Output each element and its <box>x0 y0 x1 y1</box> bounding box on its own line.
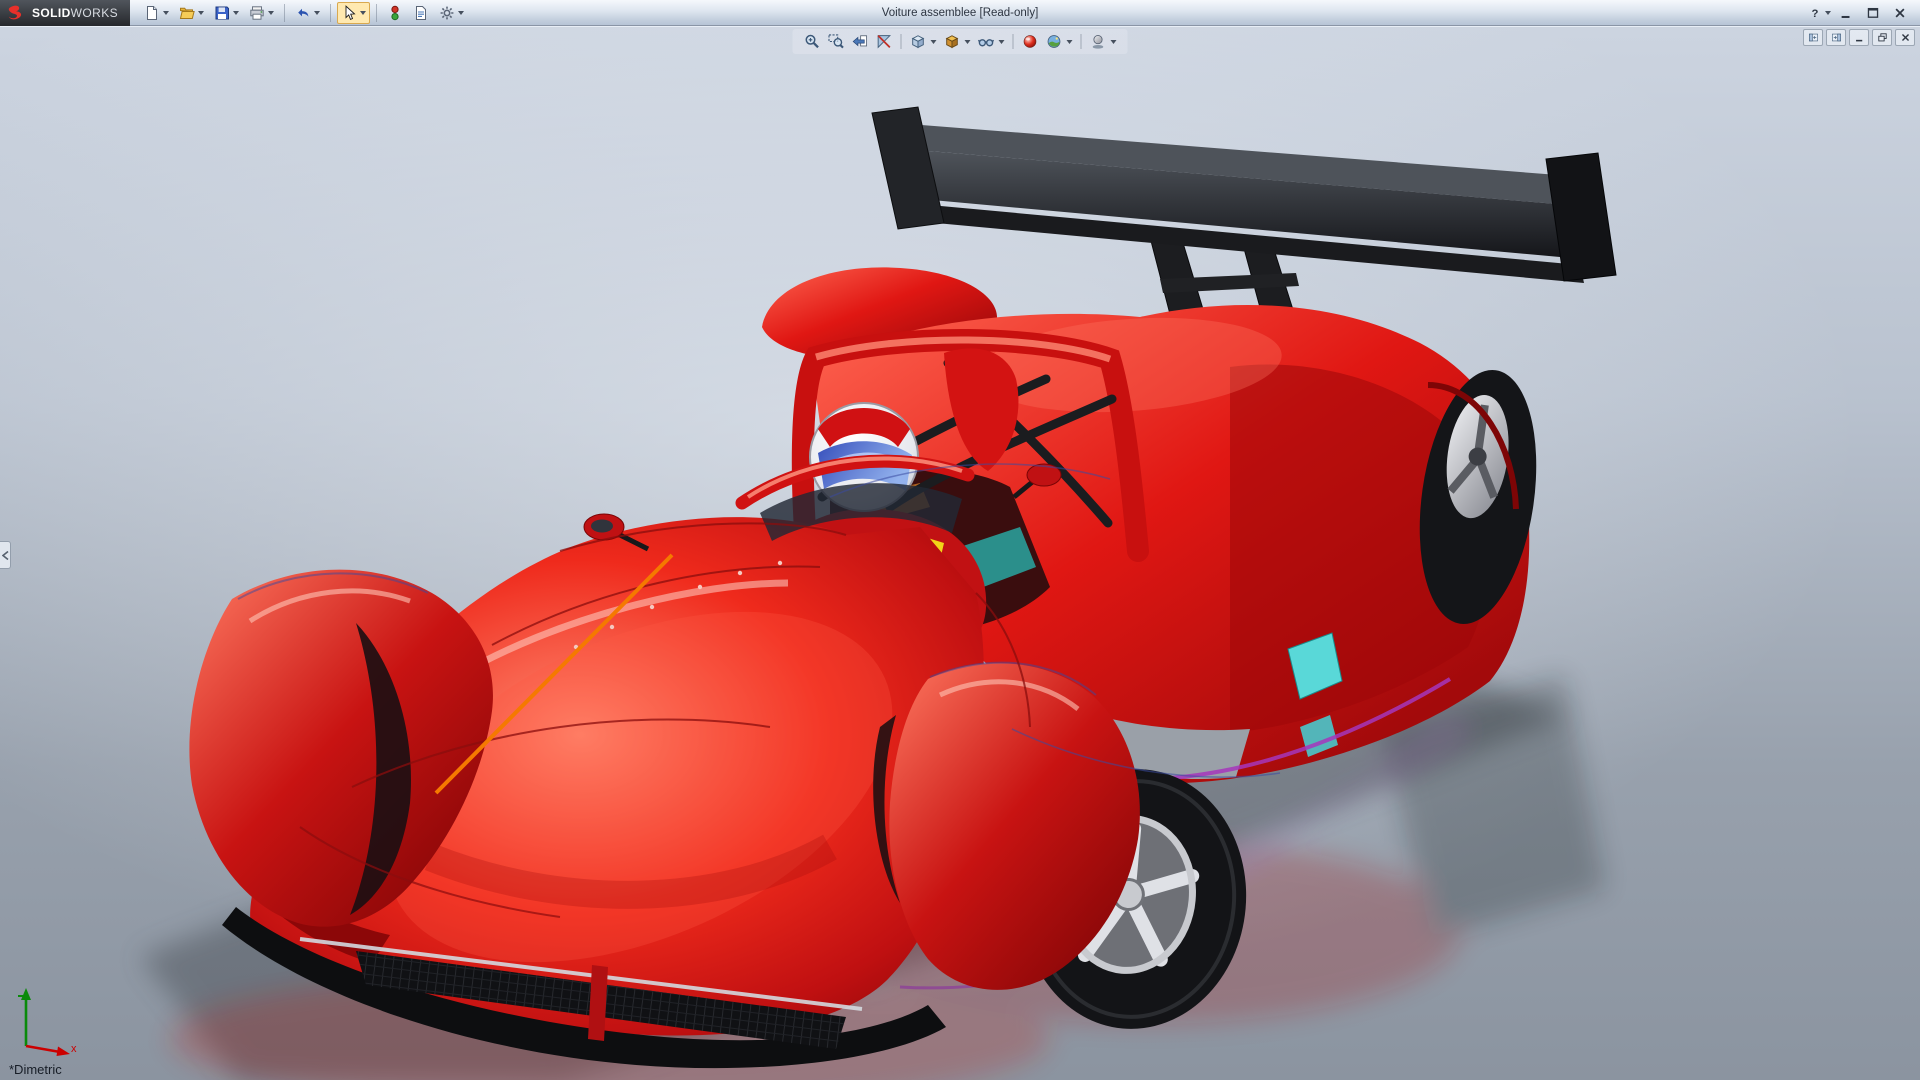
zoom-fit-icon <box>804 33 821 50</box>
restore-icon <box>1877 32 1888 43</box>
titlebar-controls <box>1807 4 1920 22</box>
rebuild-button[interactable] <box>383 2 407 24</box>
display-style-button[interactable] <box>942 31 973 52</box>
maximize-button[interactable] <box>1861 4 1885 22</box>
dropdown-caret-icon[interactable] <box>964 39 971 44</box>
options-icon <box>439 5 455 21</box>
maximize-icon <box>1866 6 1880 20</box>
axis-label-x: x <box>71 1043 77 1055</box>
previous-view-icon <box>852 33 869 50</box>
pane-right-button[interactable] <box>1826 29 1846 46</box>
window-title: Voiture assemblee [Read-only] <box>881 6 1039 19</box>
dropdown-caret-icon[interactable] <box>163 10 170 15</box>
zoom-fit-button[interactable] <box>802 31 823 52</box>
close-button[interactable] <box>1888 4 1912 22</box>
model-viewport[interactable] <box>0 27 1920 1080</box>
dropdown-caret-icon[interactable] <box>1110 39 1117 44</box>
minimize-button[interactable] <box>1834 4 1858 22</box>
edit-appearance-icon <box>1022 33 1039 50</box>
feature-pane-expand-tab[interactable] <box>0 541 11 569</box>
dropdown-caret-icon[interactable] <box>998 39 1005 44</box>
heads-up-toolbar <box>792 29 1128 54</box>
brand-name: SOLIDWORKS <box>32 5 119 20</box>
dropdown-caret-icon[interactable] <box>198 10 205 15</box>
dropdown-caret-icon[interactable] <box>360 10 367 15</box>
print-icon <box>249 5 265 21</box>
toolbar-separator <box>284 3 286 22</box>
help-icon <box>1808 6 1822 20</box>
save-icon <box>214 5 230 21</box>
minimize-icon <box>1854 32 1865 43</box>
dropdown-caret-icon[interactable] <box>233 10 240 15</box>
new-document-icon <box>144 5 160 21</box>
dropdown-caret-icon[interactable] <box>458 10 465 15</box>
graphics-area: x *Dimetric <box>0 26 1920 1080</box>
view-orientation-button[interactable] <box>908 31 939 52</box>
file-properties-button[interactable] <box>409 2 433 24</box>
previous-view-button[interactable] <box>850 31 871 52</box>
select-cursor-button[interactable] <box>337 1 371 24</box>
apply-scene-icon <box>1046 33 1063 50</box>
minimize-button[interactable] <box>1849 29 1869 46</box>
close-icon <box>1893 6 1907 20</box>
view-orientation-icon <box>910 33 927 50</box>
new-document-button[interactable] <box>140 2 173 24</box>
toolbar-separator <box>1012 34 1014 49</box>
undo-icon <box>295 5 311 21</box>
save-button[interactable] <box>210 2 243 24</box>
open-document-icon <box>179 5 195 21</box>
toolbar-separator <box>376 3 378 22</box>
dropdown-caret-icon[interactable] <box>1824 10 1831 15</box>
pane-left-icon <box>1808 32 1819 43</box>
apply-scene-button[interactable] <box>1044 31 1075 52</box>
zoom-area-button[interactable] <box>826 31 847 52</box>
edit-appearance-button[interactable] <box>1020 31 1041 52</box>
pane-right-icon <box>1831 32 1842 43</box>
dropdown-caret-icon[interactable] <box>930 39 937 44</box>
undo-button[interactable] <box>291 2 324 24</box>
close-button[interactable] <box>1895 29 1915 46</box>
toolbar-separator <box>900 34 902 49</box>
section-view-icon <box>876 33 893 50</box>
options-button[interactable] <box>435 2 468 24</box>
view-orientation-label: *Dimetric <box>9 1062 62 1077</box>
file-properties-icon <box>413 5 429 21</box>
restore-button[interactable] <box>1872 29 1892 46</box>
solidworks-window: SOLIDWORKS Voiture assemblee [Read-only] <box>0 0 1920 1080</box>
solidworks-logo-icon <box>8 5 22 19</box>
x-axis-arrow: x <box>25 1043 77 1056</box>
display-style-icon <box>944 33 961 50</box>
hide-show-items-icon <box>978 33 995 50</box>
zoom-area-icon <box>828 33 845 50</box>
section-view-button[interactable] <box>874 31 895 52</box>
view-settings-icon <box>1090 33 1107 50</box>
print-button[interactable] <box>245 2 278 24</box>
doc-window-controls <box>1803 29 1915 46</box>
hide-show-items-button[interactable] <box>976 31 1007 52</box>
title-bar: SOLIDWORKS Voiture assemblee [Read-only] <box>0 0 1920 26</box>
chevron-left-icon <box>1 550 8 560</box>
help-button[interactable] <box>1807 4 1831 22</box>
open-document-button[interactable] <box>175 2 208 24</box>
dropdown-caret-icon[interactable] <box>268 10 275 15</box>
reference-triad: x <box>18 988 77 1056</box>
pane-left-button[interactable] <box>1803 29 1823 46</box>
rebuild-icon <box>387 5 403 21</box>
toolbar-separator <box>330 3 332 22</box>
main-toolbar <box>140 0 468 26</box>
toolbar-separator <box>1080 34 1082 49</box>
select-cursor-icon <box>341 5 357 21</box>
view-settings-button[interactable] <box>1088 31 1119 52</box>
y-axis-arrow <box>18 988 31 1046</box>
close-icon <box>1900 32 1911 43</box>
dropdown-caret-icon[interactable] <box>314 10 321 15</box>
dropdown-caret-icon[interactable] <box>1066 39 1073 44</box>
minimize-icon <box>1839 6 1853 20</box>
solidworks-logo: SOLIDWORKS <box>0 0 131 26</box>
